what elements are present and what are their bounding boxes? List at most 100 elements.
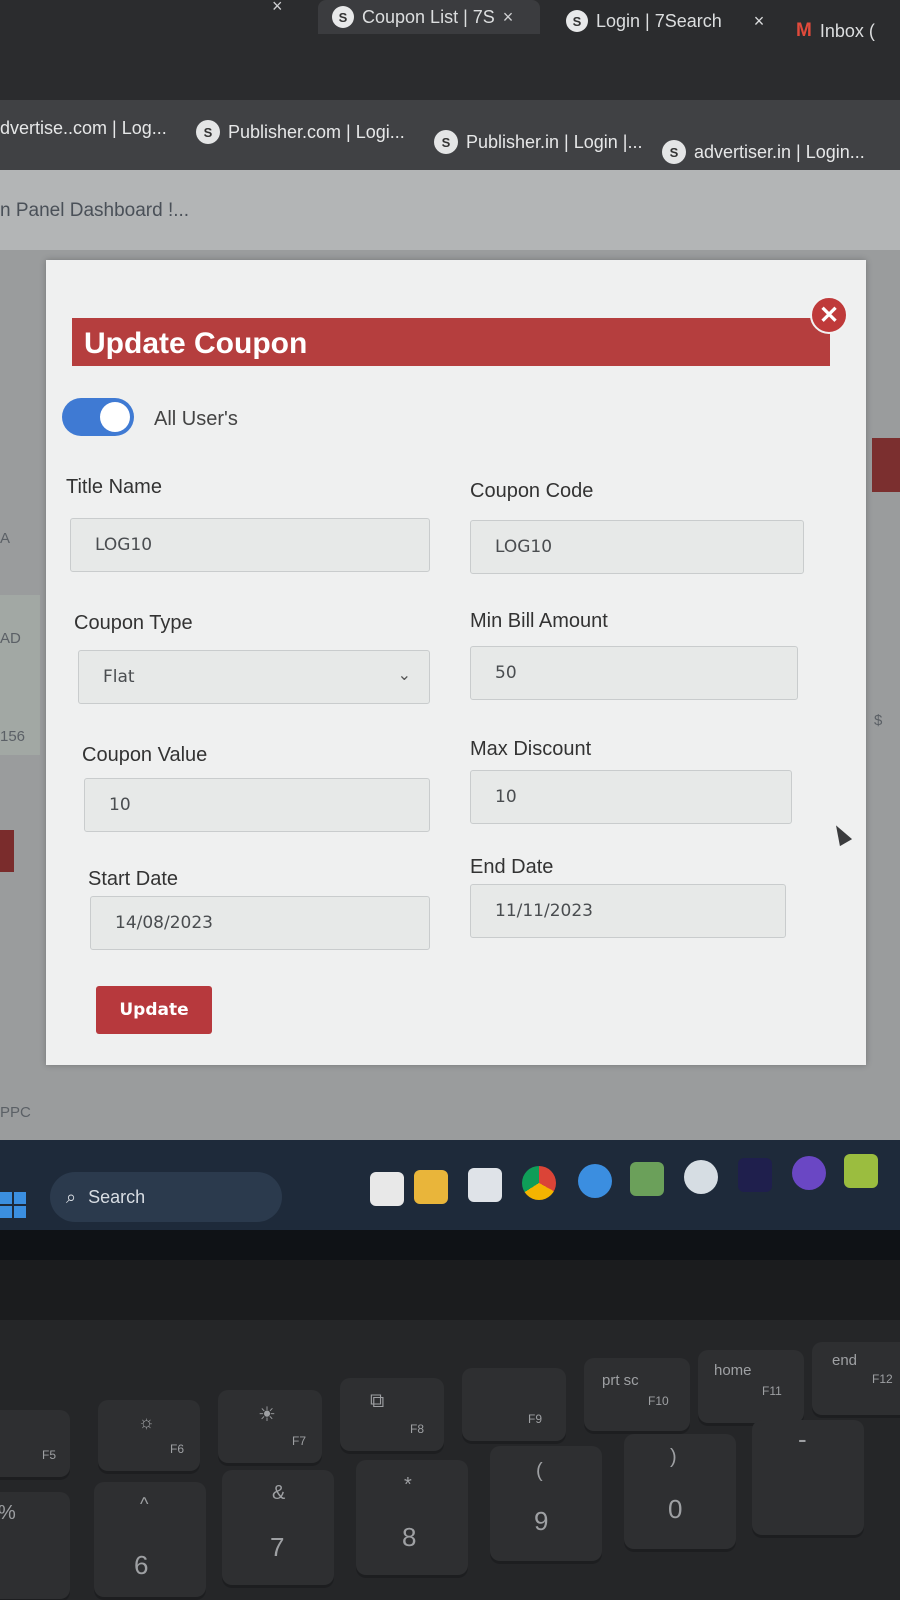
key-label: home [714, 1362, 752, 1379]
key-shift-label: ^ [140, 1494, 149, 1514]
toggle-label: All User's [154, 408, 238, 430]
key-shift-label: * [404, 1474, 412, 1496]
intellij-icon[interactable] [738, 1158, 772, 1192]
site-favicon-icon: S [566, 10, 588, 32]
laptop-keyboard: F5 % ☼ F6 ^ 6 ☀ F7 & 7 ⧉ F8 * 8 F9 ( 9 p… [0, 1260, 900, 1600]
background-text: 156 [0, 728, 26, 745]
brightness-down-icon: ☼ [138, 1412, 155, 1432]
tab-inbox[interactable]: M Inbox ( [796, 14, 900, 48]
bookmark-label: dvertise..com | Log... [0, 118, 167, 138]
bookmarks-bar: dvertise..com | Log... S Publisher.com |… [0, 100, 900, 170]
key-6[interactable]: ^ 6 [94, 1482, 206, 1600]
key-f8[interactable]: ⧉ F8 [340, 1378, 444, 1454]
update-coupon-modal: Update Coupon ✕ All User's Title Name LO… [46, 260, 866, 1065]
key-sublabel: F9 [528, 1412, 543, 1426]
bookmark-label: Publisher.com | Logi... [228, 121, 405, 142]
tab-label: Coupon List | 7S [362, 6, 495, 27]
min-bill-amount-value: 50 [495, 663, 517, 683]
key-5[interactable]: % [0, 1492, 70, 1600]
key-9[interactable]: ( 9 [490, 1446, 602, 1564]
tab-label: Inbox ( [819, 20, 875, 41]
app-icon[interactable] [844, 1154, 878, 1188]
app-icon[interactable] [792, 1156, 826, 1190]
key-f6[interactable]: ☼ F6 [98, 1400, 200, 1474]
brightness-up-icon: ☀ [258, 1404, 276, 1426]
tab-coupon-list[interactable]: S Coupon List | 7S × [318, 0, 540, 34]
key-sublabel: F8 [410, 1422, 425, 1436]
site-favicon-icon: S [332, 6, 354, 28]
key-0[interactable]: ) 0 [624, 1434, 736, 1552]
start-date-input[interactable]: 14/08/2023 [90, 896, 430, 950]
end-date-label: End Date [470, 856, 554, 878]
bookmark-advertiser-in[interactable]: S advertiser.in | Login... [662, 140, 865, 164]
all-users-toggle[interactable] [62, 398, 134, 436]
key-minus[interactable]: - [752, 1420, 864, 1538]
title-name-input[interactable]: LOG10 [70, 518, 430, 572]
key-8[interactable]: * 8 [356, 1460, 468, 1578]
coupon-type-label: Coupon Type [74, 612, 193, 634]
site-favicon-icon: S [196, 120, 220, 144]
key-sublabel: F7 [292, 1434, 307, 1448]
close-icon[interactable]: × [754, 11, 765, 32]
title-name-label: Title Name [66, 476, 162, 498]
tab-label: Login | 7Search [596, 10, 722, 31]
app-icon[interactable] [684, 1160, 718, 1194]
task-view-icon[interactable] [370, 1172, 404, 1206]
gmail-icon: M [796, 20, 812, 41]
key-label: 0 [668, 1494, 683, 1524]
key-f10[interactable]: prt sc F10 [584, 1358, 690, 1434]
bookmark-publisher-com[interactable]: S Publisher.com | Logi... [196, 120, 405, 144]
key-f9[interactable]: F9 [462, 1368, 566, 1444]
end-date-input[interactable]: 11/11/2023 [470, 884, 786, 938]
browser-tab-strip: × S Coupon List | 7S × S Login | 7Search… [0, 0, 900, 100]
key-label: 8 [402, 1522, 417, 1552]
end-date-value: 11/11/2023 [495, 901, 593, 921]
coupon-code-label: Coupon Code [470, 480, 594, 502]
key-f11[interactable]: home F11 [698, 1350, 804, 1426]
key-f7[interactable]: ☀ F7 [218, 1390, 322, 1466]
coupon-type-value: Flat [103, 667, 135, 687]
min-bill-amount-label: Min Bill Amount [470, 610, 608, 632]
page-header: n Panel Dashboard !... [0, 170, 900, 250]
key-sublabel: F11 [762, 1384, 782, 1398]
bookmark-advertise-com[interactable]: dvertise..com | Log... [0, 118, 167, 139]
close-icon: ✕ [818, 301, 840, 329]
start-date-value: 14/08/2023 [115, 913, 213, 933]
background-red-block [872, 438, 900, 492]
update-button[interactable]: Update [96, 986, 212, 1034]
coupon-value-input[interactable]: 10 [84, 778, 430, 832]
coupon-code-value: LOG10 [495, 537, 553, 557]
monitor-bezel [0, 1230, 900, 1260]
key-f5[interactable]: F5 [0, 1410, 70, 1480]
taskbar-search[interactable]: ⌕ Search [50, 1172, 282, 1222]
modal-title: Update Coupon [84, 327, 308, 360]
bookmark-label: advertiser.in | Login... [694, 141, 865, 162]
key-label: % [0, 1502, 16, 1525]
windows-taskbar: ⌕ Search [0, 1140, 900, 1230]
windows-start-icon[interactable] [0, 1192, 26, 1218]
background-text: $ [874, 712, 883, 729]
key-f12[interactable]: end F12 [812, 1342, 900, 1418]
max-discount-input[interactable]: 10 [470, 770, 792, 824]
chrome-icon[interactable] [522, 1166, 556, 1200]
coupon-value-label: Coupon Value [82, 744, 208, 766]
page-title: n Panel Dashboard !... [0, 200, 190, 221]
min-bill-amount-input[interactable]: 50 [470, 646, 798, 700]
store-icon[interactable] [468, 1168, 502, 1202]
key-7[interactable]: & 7 [222, 1470, 334, 1588]
search-label: Search [88, 1186, 146, 1207]
file-explorer-icon[interactable] [414, 1170, 448, 1204]
close-icon[interactable]: × [272, 0, 292, 16]
tab-partial[interactable] [0, 0, 290, 14]
monitor-screen: × S Coupon List | 7S × S Login | 7Search… [0, 0, 900, 1260]
key-sublabel: F12 [872, 1372, 893, 1386]
bookmark-publisher-in[interactable]: S Publisher.in | Login |... [434, 130, 642, 154]
coupon-type-select[interactable]: Flat ⌄ [78, 650, 430, 704]
close-button[interactable]: ✕ [810, 296, 848, 334]
tab-login[interactable]: S Login | 7Search × [566, 4, 776, 38]
skype-icon[interactable] [578, 1164, 612, 1198]
close-icon[interactable]: × [503, 7, 514, 28]
coupon-code-input[interactable]: LOG10 [470, 520, 804, 574]
app-icon[interactable] [630, 1162, 664, 1196]
key-sublabel: F5 [42, 1448, 57, 1462]
